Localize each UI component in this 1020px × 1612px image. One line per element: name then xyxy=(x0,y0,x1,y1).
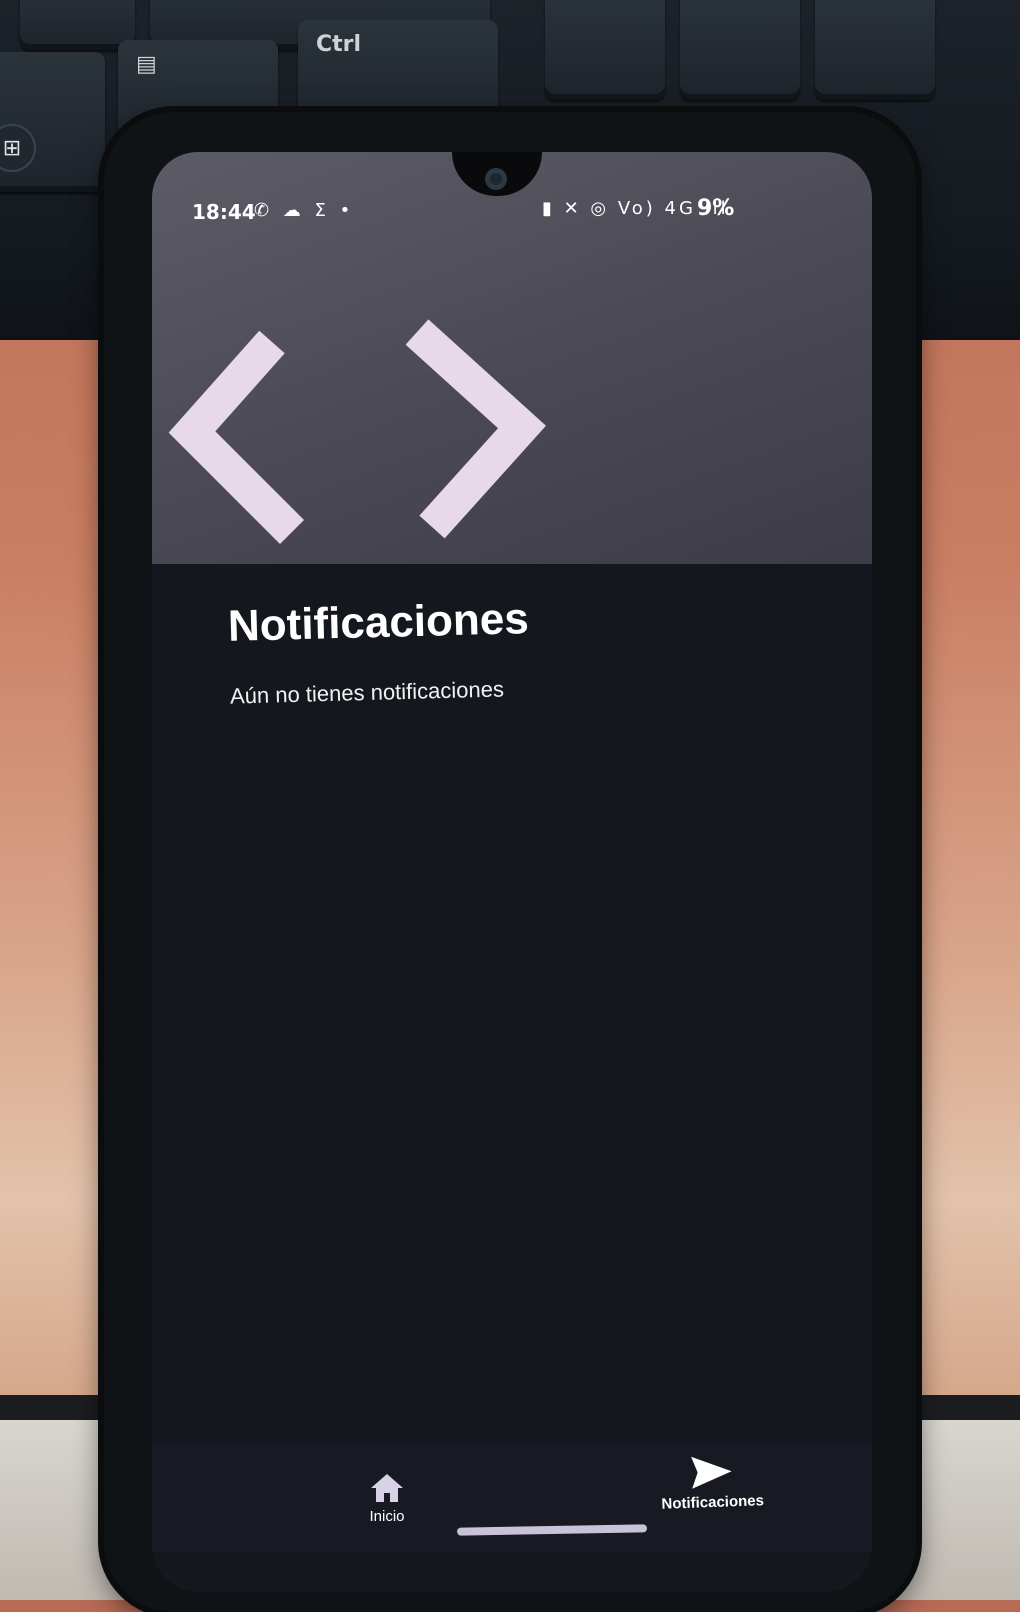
page-title: Notificaciones xyxy=(227,594,530,651)
nav-item-label: Notificaciones xyxy=(661,1492,765,1513)
ctrl-key-label: Ctrl xyxy=(316,32,362,57)
chevron-brackets-icon xyxy=(168,319,546,545)
phone-device: 18:44 ✆ ☁ Σ • ▮ ✕ ◎ Vo) 4G ıll 9% Notifi… xyxy=(104,112,916,1612)
key-5 xyxy=(815,0,935,100)
nav-item-label: Inicio xyxy=(369,1508,405,1525)
front-camera-icon xyxy=(485,168,507,190)
key-1 xyxy=(20,0,135,50)
key-4 xyxy=(680,0,800,100)
phone-screen: 18:44 ✆ ☁ Σ • ▮ ✕ ◎ Vo) 4G ıll 9% Notifi… xyxy=(152,152,872,1592)
bottom-navigation: Inicio Notificaciones xyxy=(152,1442,872,1552)
notification-icons: ✆ ☁ Σ • xyxy=(254,200,355,221)
windows-logo-icon: ⊞ xyxy=(0,124,36,172)
battery-level: 9% xyxy=(697,196,735,221)
menu-key-icon: ▤ xyxy=(136,52,157,77)
empty-state-message: Aún no tienes notificaciones xyxy=(229,676,505,709)
nav-item-inicio[interactable]: Inicio xyxy=(352,1472,422,1525)
send-icon xyxy=(691,1456,732,1489)
key-3 xyxy=(545,0,665,100)
key-windows: ⊞ xyxy=(0,52,105,192)
nav-item-notificaciones[interactable]: Notificaciones xyxy=(651,1452,773,1513)
status-bar: 18:44 ✆ ☁ Σ • ▮ ✕ ◎ Vo) 4G ıll 9% xyxy=(152,196,872,232)
status-time: 18:44 xyxy=(192,200,256,224)
home-icon xyxy=(371,1474,403,1502)
